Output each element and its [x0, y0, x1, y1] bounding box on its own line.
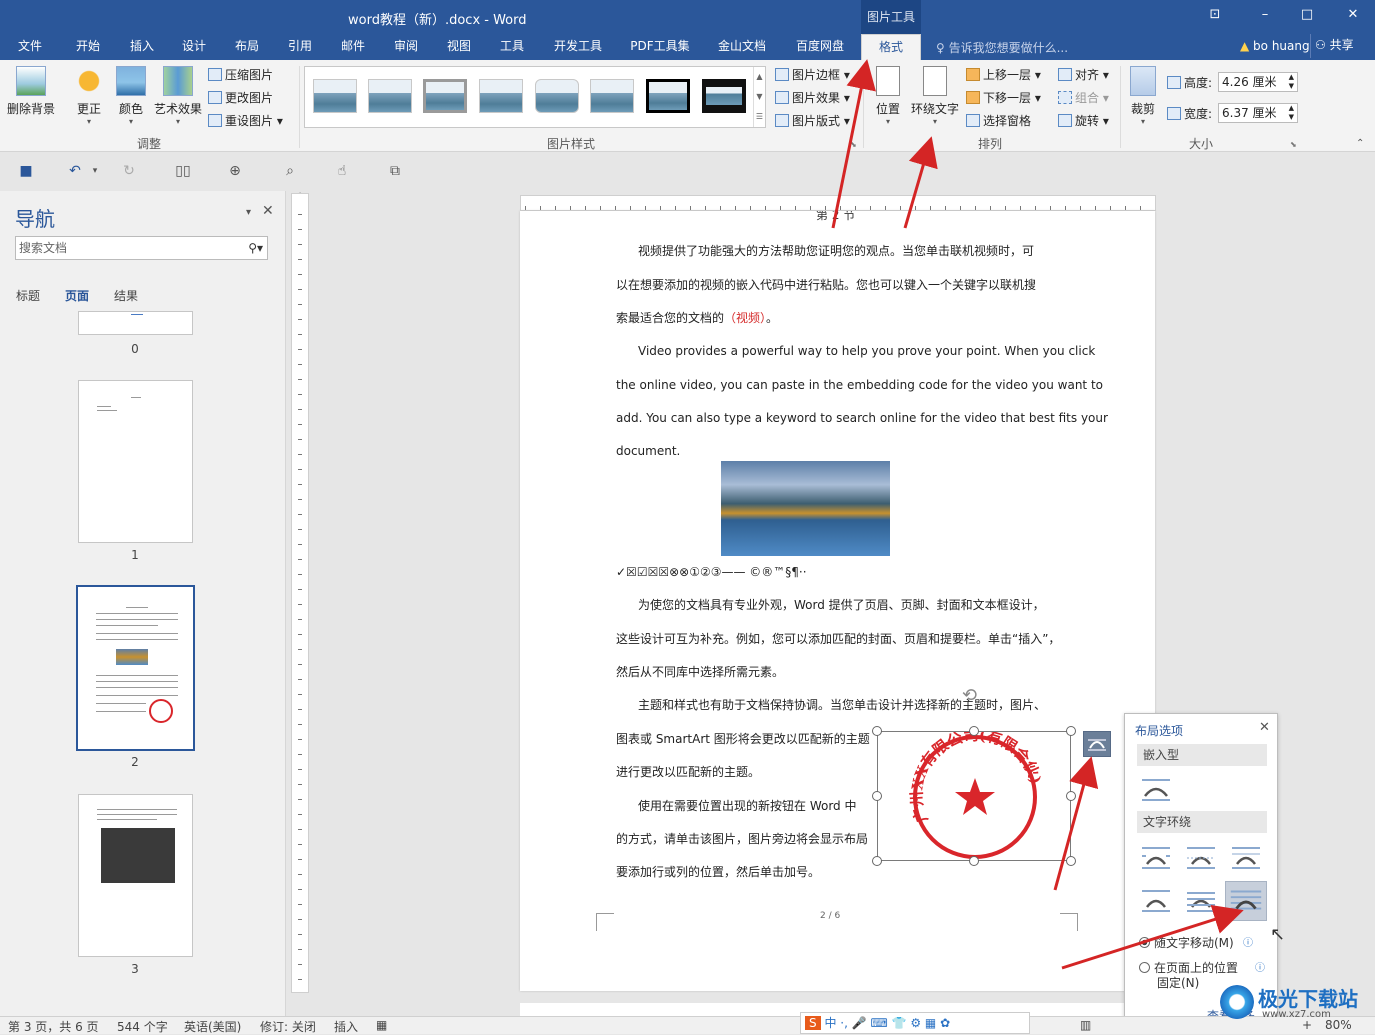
word-count-status[interactable]: 544 个字 — [117, 1018, 168, 1035]
page-count-status[interactable]: 第 3 页，共 6 页 — [8, 1018, 99, 1035]
annotation-arrows — [831, 59, 1244, 970]
arrow-to-format-tab — [831, 59, 876, 229]
arrow-to-wrap-text — [903, 136, 938, 229]
site-watermark: 极光下载站 www.xz7.com — [1220, 983, 1370, 1021]
read-mode-icon[interactable]: ▥ — [1080, 1018, 1091, 1032]
arrow-to-layout-button — [1053, 756, 1099, 891]
arrow-to-front-of-text — [1061, 904, 1244, 970]
watermark-text: 极光下载站 — [1258, 987, 1358, 1011]
insert-mode-status[interactable]: 插入 — [334, 1018, 358, 1035]
status-bar: 第 3 页，共 6 页 544 个字 英语(美国) 修订: 关闭 插入 ▦ ▥ … — [0, 1016, 1375, 1034]
watermark-logo-icon — [1220, 985, 1254, 1019]
watermark-url: www.xz7.com — [1262, 1009, 1331, 1020]
macro-icon[interactable]: ▦ — [376, 1018, 387, 1032]
sogou-icon: S — [805, 1016, 821, 1030]
ime-toolbar[interactable]: S 中 ·, 🎤 ⌨ 👕 ⚙ ▦ ✿ — [800, 1012, 1030, 1034]
language-status[interactable]: 英语(美国) — [184, 1018, 241, 1035]
track-changes-status[interactable]: 修订: 关闭 — [260, 1018, 316, 1035]
